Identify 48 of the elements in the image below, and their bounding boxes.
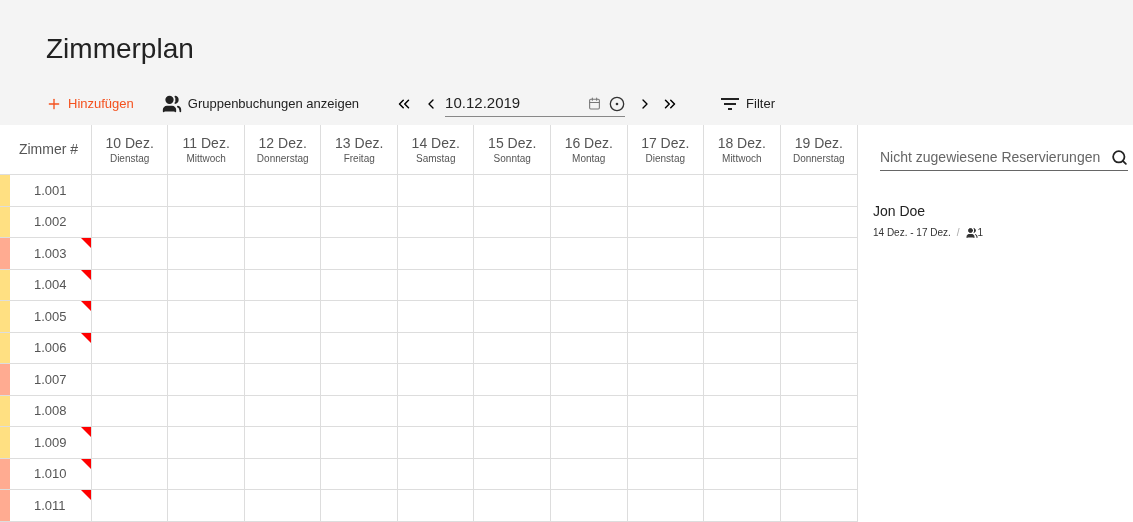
separator: / [956,226,960,240]
today-icon [609,95,626,112]
day-date: 15 Dez. [488,134,537,152]
column-header: Zimmer # [18,140,78,159]
day-date: 11 Dez. [182,134,230,152]
day-date: 19 Dez. [794,134,843,152]
calendar-icon [588,97,602,110]
room-number: 1.005 [34,307,67,326]
day-date: 12 Dez. [258,134,307,152]
filter-button[interactable]: Filter [721,94,775,114]
room-number: 1.003 [34,244,67,263]
day-weekday: Freitag [343,151,375,165]
day-weekday: Sonntag [493,151,531,165]
room-number: 1.011 [34,496,66,515]
day-date: 14 Dez. [411,134,460,152]
day-date: 13 Dez. [335,134,384,152]
people-icon [161,94,182,114]
day-date: 18 Dez. [717,134,766,152]
room-number: 1.009 [34,433,67,452]
day-weekday: Mittwoch [186,151,226,165]
page-title: Zimmerplan [46,32,194,66]
plus-icon [46,96,62,112]
room-number: 1.007 [34,370,67,389]
room-number: 1.006 [34,339,67,357]
room-number: 1.002 [34,213,67,231]
guest-name[interactable]: Jon Doe [873,201,926,222]
people-icon [965,226,978,239]
search-field[interactable]: Nicht zugewiesene Reservierungen [880,145,1128,171]
day-date: 17 Dez. [641,134,690,152]
day-weekday: Dienstag [109,151,150,165]
search-icon [1111,149,1128,166]
room-number: 1.001 [34,181,67,200]
day-date: 16 Dez. [564,134,613,152]
filter-icon [721,98,740,110]
day-weekday: Dienstag [645,151,685,165]
date-field[interactable]: 10.12.2019 [445,91,626,117]
room-number: 1.004 [34,276,67,294]
day-weekday: Donnerstag [256,151,309,165]
day-weekday: Samstag [416,151,456,165]
day-date: 10 Dez. [105,134,154,152]
room-number: 1.008 [34,402,67,420]
guest-count: 1 [977,226,984,240]
day-weekday: Mittwoch [722,151,762,165]
stay-dates: 14 Dez. - 17 Dez. [873,226,951,240]
room-number: 1.010 [34,465,67,483]
day-weekday: Donnerstag [792,151,845,165]
day-weekday: Montag [572,151,606,165]
group-bookings-button[interactable]: Gruppenbuchungen anzeigen [161,94,360,114]
